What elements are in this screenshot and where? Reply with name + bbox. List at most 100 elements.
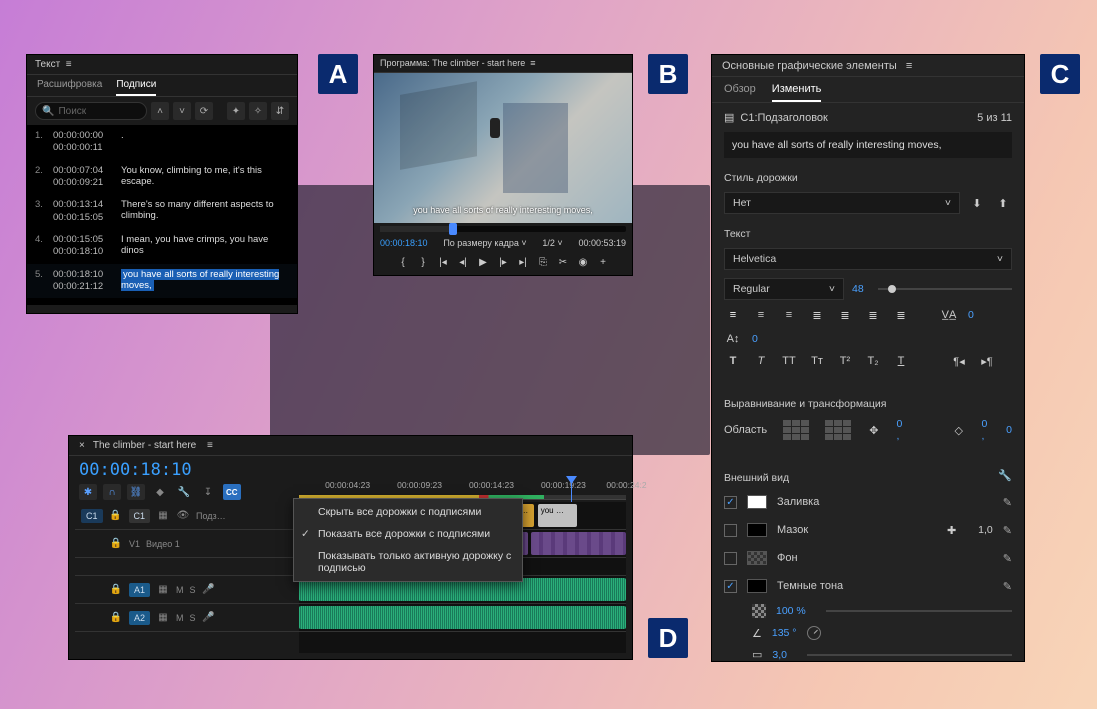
caption-row-text[interactable]: I mean, you have crimps, you have dinos	[121, 234, 289, 259]
baseline-field[interactable]: 0	[752, 333, 758, 345]
step-fwd-button[interactable]: |▸	[496, 255, 510, 269]
distance-slider[interactable]	[807, 654, 1012, 656]
opacity-field[interactable]: 100 %	[776, 605, 806, 617]
marker-icon[interactable]: ◆	[151, 484, 169, 500]
appearance-settings-icon[interactable]: 🔧	[998, 469, 1012, 482]
underline-icon[interactable]: T	[892, 354, 910, 368]
align-justify-last-right-icon[interactable]: ≣	[892, 308, 910, 322]
background-swatch[interactable]	[747, 551, 767, 565]
track-style-select[interactable]: Нет˅	[724, 192, 960, 214]
solo-button[interactable]: S	[190, 613, 196, 623]
tracking-field[interactable]: 0	[968, 309, 974, 321]
lock-icon[interactable]: 🔒	[109, 612, 123, 623]
push-up-icon[interactable]: ⬆	[994, 196, 1012, 210]
caption-clip-selected[interactable]: you …	[538, 504, 577, 527]
time-ruler[interactable]: 00:00:04:23 00:00:09:23 00:00:14:23 00:0…	[299, 480, 626, 500]
anchor-y-field[interactable]: 0	[1006, 424, 1012, 436]
font-family-select[interactable]: Helvetica˅	[724, 248, 1012, 270]
stroke-eyedropper-icon[interactable]: ✎	[1003, 524, 1012, 537]
font-style-select[interactable]: Regular˅	[724, 278, 844, 300]
timeline-tc[interactable]: 00:00:18:10	[69, 456, 632, 482]
tab-transcript[interactable]: Расшифровка	[37, 79, 102, 96]
shadow-eyedropper-icon[interactable]: ✎	[1003, 580, 1012, 593]
fill-swatch[interactable]	[747, 495, 767, 509]
push-down-icon[interactable]: ⬇	[968, 196, 986, 210]
mute-button[interactable]: M	[176, 585, 184, 595]
distance-field[interactable]: 3,0	[772, 649, 787, 661]
caption-row-text[interactable]: You know, climbing to me, it's this esca…	[121, 165, 289, 190]
opacity-slider[interactable]	[826, 610, 1012, 612]
caption-row[interactable]: 2. 00:00:07:0400:00:09:21 You know, clim…	[27, 160, 297, 195]
align-center-icon[interactable]: ≡	[752, 308, 770, 322]
menu-show-active-caption-track[interactable]: Показывать только активную дорожку с под…	[294, 545, 522, 579]
go-in-button[interactable]: |◂	[436, 255, 450, 269]
merge-caption-button[interactable]: ⇵	[271, 102, 289, 120]
sync-lock-icon[interactable]: ▦	[156, 584, 170, 595]
track-header-c1[interactable]: C1 🔒 C1 ▦ 👁 Подз…	[75, 502, 299, 530]
settings-wrench-icon[interactable]: 🔧	[175, 484, 193, 500]
small-caps-icon[interactable]: Tᴛ	[808, 354, 826, 368]
go-out-button[interactable]: ▸|	[516, 255, 530, 269]
pos-x-field[interactable]: 0 ,	[897, 418, 906, 442]
menu-hide-all-caption-tracks[interactable]: Скрыть все дорожки с подписями	[294, 501, 522, 523]
subscript-icon[interactable]: T₂	[864, 354, 882, 368]
split-caption-button[interactable]: ✧	[249, 102, 267, 120]
menu-show-all-caption-tracks[interactable]: Показать все дорожки с подписями	[294, 523, 522, 545]
all-caps-icon[interactable]: TT	[780, 354, 798, 368]
program-viewport[interactable]: you have all sorts of really interesting…	[374, 73, 632, 223]
faux-italic-icon[interactable]: T	[752, 354, 770, 368]
fill-eyedropper-icon[interactable]: ✎	[1003, 496, 1012, 509]
program-resolution-select[interactable]: 1/2 ˅	[542, 238, 562, 248]
lift-button[interactable]: ⎘	[536, 255, 550, 269]
rtl-icon[interactable]: ¶◂	[950, 354, 968, 368]
selected-clip-row[interactable]: ▤ C1:Подзаголовок 5 из 11	[724, 111, 1012, 124]
ltr-icon[interactable]: ▸¶	[978, 354, 996, 368]
lock-icon[interactable]: 🔒	[109, 510, 123, 521]
track-header-a1[interactable]: 🔒 A1 ▦ M S 🎤	[75, 576, 299, 604]
extract-button[interactable]: ✂	[556, 255, 570, 269]
align-left-icon[interactable]: ≡	[724, 308, 742, 322]
scrub-bar[interactable]	[380, 226, 626, 232]
stroke-width-field[interactable]: 1,0	[978, 524, 993, 536]
shadow-swatch[interactable]	[747, 579, 767, 593]
caption-row-text[interactable]: you have all sorts of really interesting…	[121, 269, 289, 294]
stroke-swatch[interactable]	[747, 523, 767, 537]
zone-grid-right[interactable]	[825, 420, 851, 440]
program-zoom-select[interactable]: По размеру кадра ˅	[443, 238, 526, 248]
scrub-playhead[interactable]	[449, 223, 457, 235]
next-button[interactable]: ˅	[173, 102, 191, 120]
caption-row-text[interactable]: .	[121, 130, 289, 155]
angle-dial-icon[interactable]	[807, 626, 821, 640]
eye-icon[interactable]: 👁	[176, 510, 190, 521]
fill-checkbox[interactable]	[724, 496, 737, 509]
align-right-icon[interactable]: ≡	[780, 308, 798, 322]
angle-field[interactable]: 135 °	[772, 627, 797, 639]
voice-over-icon[interactable]: 🎤	[202, 584, 216, 595]
lock-icon[interactable]: 🔒	[109, 584, 123, 595]
magnet-icon[interactable]: ∩	[103, 484, 121, 500]
caption-row[interactable]: 3. 00:00:13:1400:00:15:05 There's so man…	[27, 194, 297, 229]
mark-in-button[interactable]: {	[396, 255, 410, 269]
add-caption-button[interactable]: ✦	[227, 102, 245, 120]
step-back-button[interactable]: ◂|	[456, 255, 470, 269]
search-input[interactable]: 🔍 Поиск	[35, 102, 147, 120]
solo-button[interactable]: S	[190, 585, 196, 595]
shadow-checkbox[interactable]	[724, 580, 737, 593]
anchor-x-field[interactable]: 0 ,	[981, 418, 990, 442]
align-justify-last-left-icon[interactable]: ≣	[836, 308, 854, 322]
tab-captions[interactable]: Подписи	[116, 79, 156, 96]
sync-lock-icon[interactable]: ▦	[156, 612, 170, 623]
settings-button[interactable]: +	[596, 255, 610, 269]
font-size-field[interactable]: 48	[852, 283, 864, 295]
superscript-icon[interactable]: T²	[836, 354, 854, 368]
align-justify-icon[interactable]: ≣	[808, 308, 826, 322]
play-button[interactable]: ▶	[476, 255, 490, 269]
replace-button[interactable]: ⟳	[195, 102, 213, 120]
track-header-v1[interactable]: 🔒 V1 Видео 1	[75, 530, 299, 558]
insert-icon[interactable]: ↧	[199, 484, 217, 500]
track-header-a2[interactable]: 🔒 A2 ▦ M S 🎤	[75, 604, 299, 632]
background-checkbox[interactable]	[724, 552, 737, 565]
tab-browse[interactable]: Обзор	[724, 83, 756, 102]
sync-lock-icon[interactable]: ▦	[156, 510, 170, 521]
close-icon[interactable]: ×	[79, 440, 85, 451]
